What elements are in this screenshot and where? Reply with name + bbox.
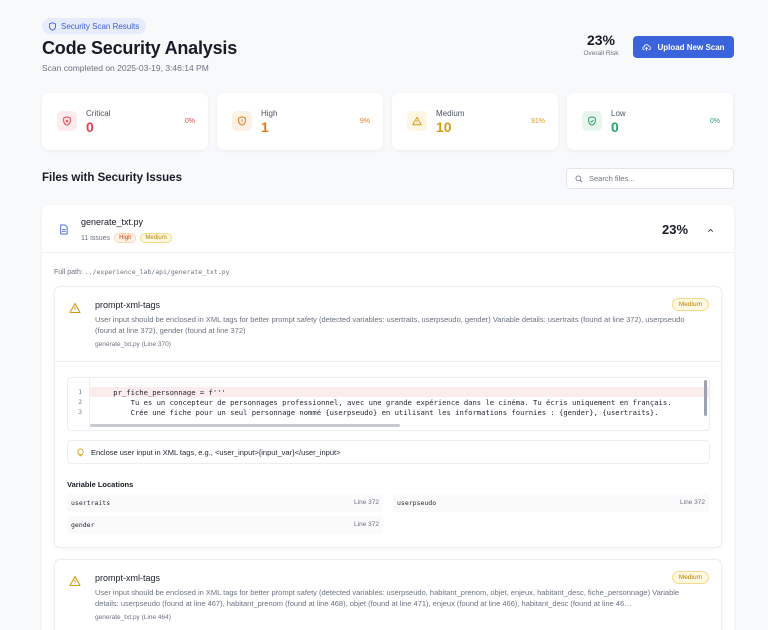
stat-label: Low <box>611 109 626 118</box>
stat-count: 0 <box>611 119 619 135</box>
shield-alert-icon <box>57 111 77 131</box>
issue-card: prompt-xml-tags Medium User input should… <box>54 559 722 630</box>
scan-timestamp: Scan completed on 2025-03-19, 3:46:14 PM <box>42 63 209 73</box>
file-icon <box>56 222 70 236</box>
overall-risk-label: Overall Risk <box>583 50 619 57</box>
recommendation-text: Enclose user input in XML tags, e.g., <u… <box>91 447 341 457</box>
code-line: Tu es un concepteur de personnages profe… <box>96 398 672 407</box>
stat-count: 1 <box>261 119 269 135</box>
severity-tag-high: High <box>114 233 137 243</box>
upload-button-label: Upload New Scan <box>657 42 725 52</box>
upload-new-scan-button[interactable]: Upload New Scan <box>633 36 734 58</box>
overall-risk: 23% Overall Risk <box>578 32 624 57</box>
vertical-scrollbar[interactable] <box>704 380 707 416</box>
stat-percent: 91% <box>530 118 545 125</box>
variable-locations-title: Variable Locations <box>67 480 134 489</box>
issue-location: generate_txt.py (Line 370) <box>95 341 171 348</box>
code-line: pr_fiche_personnage = f''' <box>96 388 226 397</box>
stat-percent: 0% <box>709 118 720 125</box>
line-number: 1 <box>78 389 82 396</box>
file-name: generate_txt.py <box>81 217 144 227</box>
shield-check-icon <box>582 111 602 131</box>
scan-results-badge: Security Scan Results <box>42 18 147 34</box>
issue-card: prompt-xml-tags Medium User input should… <box>54 286 722 548</box>
stat-card-low: Low 0 0% <box>567 93 733 150</box>
variable-line: Line 372 <box>354 521 379 528</box>
issue-location: generate_txt.py (Line 464) <box>95 614 171 621</box>
warning-triangle-icon <box>69 575 81 587</box>
code-line: Crée une fiche pour un seul personnage n… <box>96 408 659 417</box>
shield-icon <box>49 21 56 31</box>
search-input[interactable] <box>589 174 729 183</box>
horizontal-scrollbar[interactable] <box>90 424 400 427</box>
stat-percent: 9% <box>359 118 370 125</box>
issue-name: prompt-xml-tags <box>95 300 161 310</box>
cloud-upload-icon <box>642 43 652 51</box>
files-section-title: Files with Security Issues <box>42 172 182 184</box>
issue-name: prompt-xml-tags <box>95 573 161 583</box>
full-path-label: Full path: <box>54 269 83 276</box>
stat-count: 0 <box>86 119 94 135</box>
file-header[interactable]: generate_txt.py 11 issues High Medium 23… <box>42 205 734 253</box>
overall-risk-value: 23% <box>586 32 616 48</box>
warning-triangle-icon <box>407 111 427 131</box>
issues-count: 11 issues <box>81 234 111 242</box>
variable-line: Line 372 <box>680 499 705 506</box>
stat-percent: 0% <box>184 118 195 125</box>
full-path: Full path: ../experience_lab/api/generat… <box>54 268 230 276</box>
variable-location-item: usertraits Line 372 <box>67 494 383 512</box>
chevron-up-icon[interactable] <box>706 226 715 235</box>
recommendation-box: Enclose user input in XML tags, e.g., <u… <box>67 440 710 464</box>
warning-triangle-icon <box>69 302 81 314</box>
stat-card-critical: Critical 0 0% <box>42 93 208 150</box>
issue-description: User input should be enclosed in XML tag… <box>95 315 685 335</box>
variable-name: usertraits <box>71 499 111 507</box>
variable-location-item: gender Line 372 <box>67 516 383 534</box>
file-meta: 11 issues High Medium <box>81 233 172 243</box>
page-title: Code Security Analysis <box>42 38 238 58</box>
badge-label: Security Scan Results <box>61 21 140 31</box>
stat-label: Critical <box>86 109 111 118</box>
line-number: 2 <box>78 399 82 406</box>
file-risk-percent: 23% <box>662 222 689 237</box>
file-card: generate_txt.py 11 issues High Medium 23… <box>42 205 734 630</box>
severity-badge: Medium <box>671 298 709 311</box>
stat-label: High <box>261 109 278 118</box>
full-path-value: ../experience_lab/api/generate_txt.py <box>84 268 230 276</box>
search-box[interactable] <box>566 168 734 189</box>
stat-card-medium: Medium 10 91% <box>392 93 558 150</box>
stat-label: Medium <box>436 109 465 118</box>
severity-badge: Medium <box>671 571 709 584</box>
code-snippet[interactable]: 1 2 3 pr_fiche_personnage = f''' Tu es u… <box>67 377 710 431</box>
divider <box>55 361 721 362</box>
issue-description: User input should be enclosed in XML tag… <box>95 588 680 608</box>
variable-line: Line 372 <box>354 499 379 506</box>
variable-name: gender <box>71 521 95 529</box>
lightbulb-icon <box>77 447 84 456</box>
variable-location-item: userpseudo Line 372 <box>393 494 709 512</box>
search-icon <box>575 175 583 182</box>
severity-tag-medium: Medium <box>140 233 172 243</box>
shield-icon <box>232 111 252 131</box>
variable-name: userpseudo <box>397 499 437 507</box>
stat-card-high: High 1 9% <box>217 93 383 150</box>
stat-count: 10 <box>436 119 452 135</box>
line-number: 3 <box>78 409 82 416</box>
